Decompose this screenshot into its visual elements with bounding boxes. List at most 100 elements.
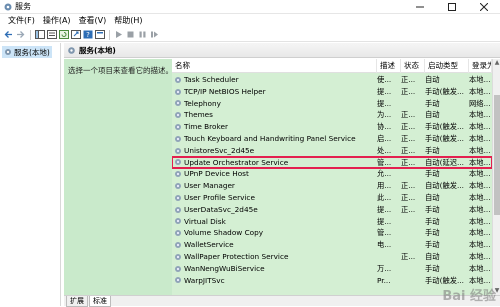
service-name-cell: User Profile Service [174,192,374,204]
export-button[interactable] [70,29,81,40]
table-row[interactable]: TCP/IP NetBIOS Helper 提... 正... 手动(触发... 本地.… [172,86,492,98]
table-row[interactable]: WanNengWuBiService 万... 手动 本地... [172,263,492,275]
list-view-button[interactable] [46,29,57,40]
column-header-startup-type[interactable]: 启动类型 [425,59,469,73]
gear-icon [5,49,11,55]
service-description: 为... [377,110,392,120]
tab-standard[interactable]: 标准 [89,296,111,307]
maximize-button[interactable] [436,0,468,14]
table-row[interactable]: UPnP Device Host 允... 手动 本地... [172,168,492,180]
column-header-status[interactable]: 状态 [401,59,425,73]
menu-bar: 文件(F) 操作(A) 查看(V) 帮助(H) [0,14,500,28]
tree-node-services-local[interactable]: 服务(本地) [2,46,52,58]
maximize-icon [448,3,456,11]
service-logon-as: 本地... [469,181,491,191]
description-panel: 选择一个项目来查看它的描述。 [64,59,173,295]
toolbar-separator [109,29,110,40]
description-text: 选择一个项目来查看它的描述。 [68,66,173,75]
table-row[interactable]: UnistoreSvc_2d45e 处... 正... 手动 本地... [172,145,492,157]
service-name-cell: Time Broker [174,121,374,133]
gear-icon [175,218,181,225]
refresh-button[interactable] [58,29,69,40]
service-description: 用... [377,181,392,191]
service-name: User Profile Service [184,193,255,202]
gear-icon [175,230,181,237]
minimize-icon [416,6,424,8]
service-name: UnistoreSvc_2d45e [184,145,255,155]
table-row[interactable]: WalletService 电... 手动 本地... [172,239,492,251]
gear-icon [175,112,181,119]
column-header-name[interactable]: 名称 [172,59,377,73]
table-row[interactable]: Virtual Disk 提... 手动 本地... [172,216,492,228]
service-description: 万... [377,263,392,273]
service-status: 正... [401,252,416,261]
minimize-button[interactable] [404,0,436,14]
svg-text:?: ? [86,31,90,39]
gear-icon [175,76,181,83]
service-description: 此... [377,193,392,202]
list-icon [46,30,57,39]
table-row-selected[interactable]: Update Orchestrator Service 管... 正... 自动(延迟… [172,155,492,170]
service-description: 提... [377,204,392,214]
service-name-cell: TCP/IP NetBIOS Helper [174,86,374,98]
service-name: WanNengWuBiService [184,263,265,273]
back-button[interactable] [3,29,14,40]
service-status: 正... [401,134,416,143]
scroll-up-icon[interactable]: ▲ [493,59,500,67]
service-startup-type: 手动 [425,228,440,238]
watermark-text: Bai 经验 [442,289,496,304]
service-description: 提... [377,98,392,108]
services-pane: 服务(本地) 选择一个项目来查看它的描述。 名称 描述 状态 启动类型 登录为 … [64,43,500,307]
gear-icon [175,183,181,190]
pause-service-button[interactable] [137,29,148,40]
service-name: Telephony [184,98,221,108]
table-row[interactable]: Volume Shadow Copy 管... 手动 本地... [172,227,492,239]
column-header-logon-as[interactable]: 登录为 [469,59,492,73]
table-row[interactable]: Themes 为... 正... 自动 本地... [172,109,492,121]
table-row[interactable]: Task Scheduler 使... 正... 自动 本地... [172,74,492,86]
table-row[interactable]: Telephony 提... 手动 网络... [172,98,492,110]
services-list: 名称 描述 状态 启动类型 登录为 Task Scheduler 使... 正...… [172,59,492,295]
console-tree: 服务(本地) [0,43,61,306]
arrow-left-icon [4,31,12,38]
table-row[interactable]: UserDataSvc_2d45e 提... 正... 手动 本地... [172,204,492,216]
restart-icon [151,31,158,38]
forward-button[interactable] [15,29,26,40]
table-row[interactable]: WallPaper Protection Service 正... 自动 本地... [172,251,492,263]
scrollbar-thumb[interactable] [494,95,500,215]
gear-icon [175,147,181,154]
restart-service-button[interactable] [149,29,160,40]
column-header-description[interactable]: 描述 [377,59,401,73]
service-name-cell: Telephony [174,98,374,110]
menu-help[interactable]: 帮助(H) [110,14,146,28]
service-description: 电... [377,240,392,250]
menu-action[interactable]: 操作(A) [39,14,75,28]
menu-file[interactable]: 文件(F) [4,14,39,28]
table-row[interactable]: Time Broker 协... 正... 手动(触发... 本地... [172,121,492,133]
table-row[interactable]: User Profile Service 此... 正... 自动 本地... [172,192,492,204]
menu-view[interactable]: 查看(V) [75,14,111,28]
table-row[interactable]: Touch Keyboard and Handwriting Panel Ser… [172,133,492,145]
service-status: 正... [401,110,416,120]
help-button[interactable]: ? [82,29,93,40]
service-name-cell: UnistoreSvc_2d45e [174,145,374,157]
service-name: Virtual Disk [184,216,226,226]
table-row[interactable]: User Manager 用... 正... 自动(触发... 本地... [172,180,492,192]
console-tree-button[interactable] [34,29,45,40]
service-startup-type: 手动 [425,145,440,155]
close-button[interactable] [468,0,500,14]
service-name: UPnP Device Host [184,169,249,179]
start-service-button[interactable] [113,29,124,40]
panel-icon [34,30,45,39]
service-logon-as: 本地... [469,204,491,214]
properties-button[interactable] [94,29,105,40]
service-logon-as: 本地... [469,216,491,226]
service-name-cell: WanNengWuBiService [174,263,374,275]
stop-service-button[interactable] [125,29,136,40]
service-status: 正... [401,193,416,202]
tab-extended[interactable]: 扩展 [66,296,88,307]
vertical-scrollbar[interactable]: ▲ ▼ [492,59,500,295]
view-tabs: 扩展 标准 [64,295,500,307]
service-startup-type: 自动 [425,193,440,202]
service-startup-type: 手动 [425,263,440,273]
